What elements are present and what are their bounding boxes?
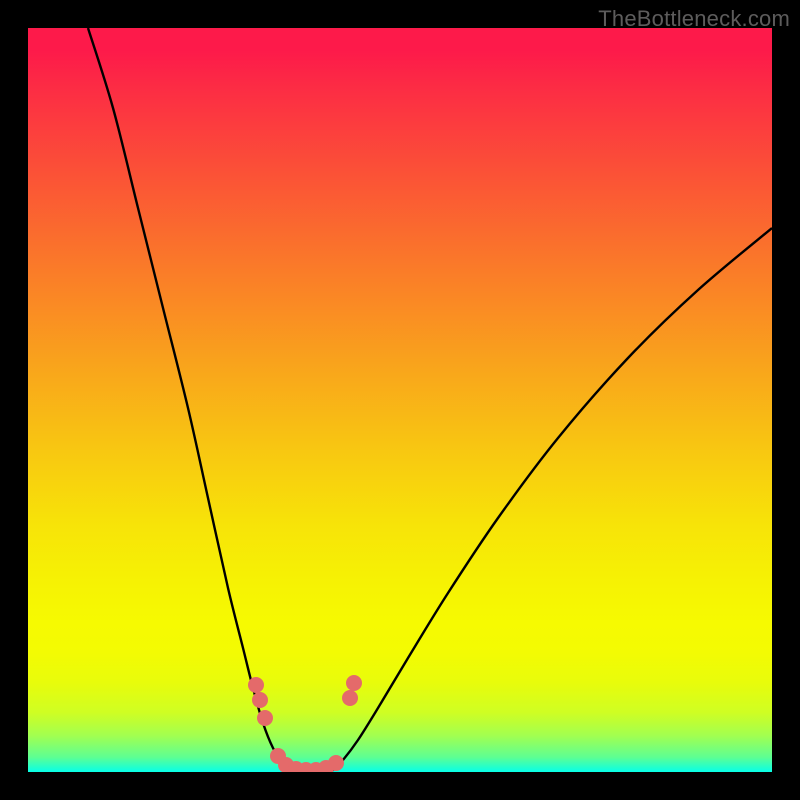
data-dot xyxy=(252,692,268,708)
data-dot xyxy=(328,755,344,771)
plot-area xyxy=(28,28,772,772)
data-dot xyxy=(342,690,358,706)
watermark-text: TheBottleneck.com xyxy=(598,6,790,32)
data-dot xyxy=(248,677,264,693)
bottleneck-curve xyxy=(88,28,772,772)
data-dot xyxy=(257,710,273,726)
outer-frame: TheBottleneck.com xyxy=(0,0,800,800)
chart-svg xyxy=(28,28,772,772)
data-dot xyxy=(346,675,362,691)
